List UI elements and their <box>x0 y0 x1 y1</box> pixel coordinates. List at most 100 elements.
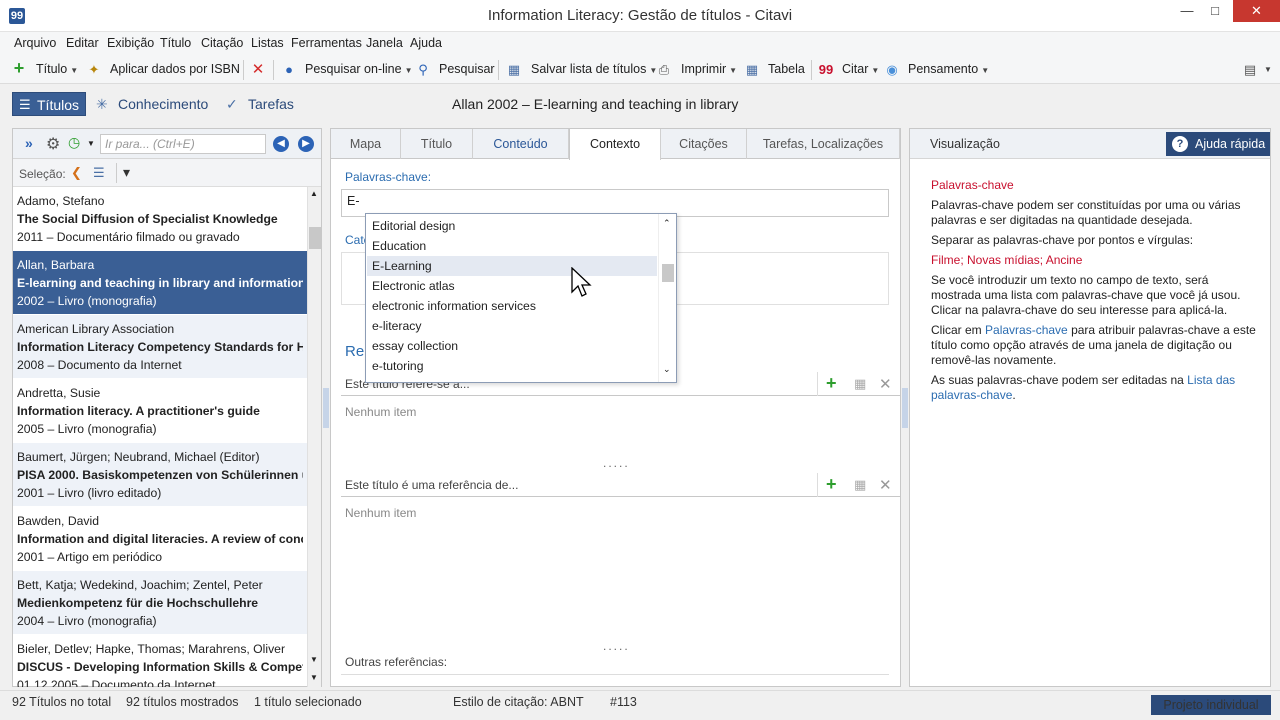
menu-listas[interactable]: Listas <box>251 36 284 50</box>
delete-icon[interactable]: ✕ <box>250 62 266 78</box>
tab-titulo[interactable]: Título <box>401 129 473 159</box>
chevron-down-icon[interactable]: ▼ <box>1264 65 1272 74</box>
list-item[interactable]: Bawden, David Information and digital li… <box>13 507 307 571</box>
autocomplete-scrollbar[interactable]: ⌃ ⌄ <box>658 214 676 382</box>
autocomplete-option[interactable]: Education <box>367 236 657 256</box>
nav-tarefas-button[interactable]: ✓ Tarefas <box>224 92 302 116</box>
tab-citacoes[interactable]: Citações <box>661 129 747 159</box>
autocomplete-option[interactable]: electronic information services <box>367 296 657 316</box>
scroll-down-icon[interactable]: ⌄ <box>663 364 671 375</box>
table-button[interactable]: Tabela <box>768 62 805 76</box>
chevron-down-icon[interactable]: ▼ <box>87 139 95 148</box>
menu-arquivo[interactable]: Arquivo <box>14 36 56 50</box>
print-button[interactable]: Imprimir ▼ <box>681 62 737 76</box>
close-button[interactable]: ✕ <box>1233 0 1280 22</box>
scrollbar-thumb[interactable] <box>309 227 321 249</box>
scroll-down-icon[interactable]: ▼ <box>310 655 318 664</box>
preview-title[interactable]: Visualização <box>930 137 1000 151</box>
nav-conhecimento-label: Conhecimento <box>118 96 209 112</box>
status-bar: 92 Títulos no total 92 títulos mostrados… <box>0 690 1280 720</box>
forward-arrow-icon[interactable]: ▶ <box>298 136 314 152</box>
references-heading: Re <box>345 343 365 360</box>
quick-help-button[interactable]: ? Ajuda rápida <box>1166 132 1270 156</box>
scroll-up-icon[interactable]: ⌃ <box>663 218 671 229</box>
nav-conhecimento-button[interactable]: ✳ Conhecimento <box>94 92 216 116</box>
add-icon[interactable]: + <box>826 474 837 495</box>
scroll-up-icon[interactable]: ▲ <box>310 189 318 198</box>
other-references-label: Outras referências: <box>345 655 448 669</box>
cite-button[interactable]: Citar ▼ <box>842 62 879 76</box>
edit-icon[interactable]: ▦ <box>854 376 866 392</box>
keyword-autocomplete-list: Editorial design Education E-Learning El… <box>365 213 677 383</box>
help-example: Filme; Novas mídias; Ancine <box>931 253 1083 267</box>
menu-citacao[interactable]: Citação <box>201 36 243 50</box>
keywords-label[interactable]: Palavras-chave: <box>345 170 431 184</box>
left-splitter-handle[interactable] <box>323 388 329 428</box>
expand-chevrons-icon[interactable]: » <box>25 135 33 151</box>
menu-exibicao[interactable]: Exibição <box>107 36 154 50</box>
autocomplete-option[interactable]: e-literacy <box>367 316 657 336</box>
select-forward-icon[interactable]: ☰ <box>93 165 105 181</box>
status-record-number: #113 <box>610 695 637 709</box>
autocomplete-option[interactable]: Electronic atlas <box>367 276 657 296</box>
filter-icon[interactable]: ▾ <box>123 164 130 181</box>
menu-titulo[interactable]: Título <box>160 36 191 50</box>
printer-icon: ⎙ <box>658 62 670 77</box>
toolbar-divider <box>243 60 244 80</box>
list-item[interactable]: Adamo, Stefano The Social Diffusion of S… <box>13 187 307 251</box>
menu-ferramentas[interactable]: Ferramentas <box>291 36 362 50</box>
remove-icon[interactable]: ✕ <box>879 375 892 393</box>
item-author: Bett, Katja; Wedekind, Joachim; Zentel, … <box>17 578 263 592</box>
list-item[interactable]: Baumert, Jürgen; Neubrand, Michael (Edit… <box>13 443 307 507</box>
list-item[interactable]: Allan, Barbara E-learning and teaching i… <box>13 251 307 315</box>
autocomplete-option[interactable]: Editorial design <box>367 216 657 236</box>
help-text: As suas palavras-chave podem ser editada… <box>931 373 1188 387</box>
gear-icon[interactable]: ⚙ <box>46 134 60 154</box>
list-item[interactable]: Bett, Katja; Wedekind, Joachim; Zentel, … <box>13 571 307 635</box>
autocomplete-option[interactable]: e-tutoring <box>367 356 657 376</box>
refers-to-actions: + ▦ ✕ <box>817 372 901 396</box>
list-item[interactable]: American Library Association Information… <box>13 315 307 379</box>
menu-editar[interactable]: Editar <box>66 36 99 50</box>
go-to-search-input[interactable]: Ir para... (Ctrl+E) <box>100 134 266 154</box>
title-list-scrollbar[interactable]: ▲ ▼ ▼ <box>307 187 321 687</box>
select-back-icon[interactable]: ❮ <box>71 165 82 181</box>
other-references-field[interactable] <box>341 674 889 678</box>
autocomplete-option[interactable]: essay collection <box>367 336 657 356</box>
titulo-button[interactable]: Título ▼ <box>36 62 78 76</box>
search-button[interactable]: Pesquisar <box>439 62 495 76</box>
minimize-button[interactable]: — <box>1170 0 1204 22</box>
maximize-button[interactable]: □ <box>1200 0 1230 22</box>
menu-janela[interactable]: Janela <box>366 36 403 50</box>
list-item[interactable]: Bieler, Detlev; Hapke, Thomas; Marahrens… <box>13 635 307 687</box>
menu-ajuda[interactable]: Ajuda <box>410 36 442 50</box>
thought-button[interactable]: Pensamento ▼ <box>908 62 989 76</box>
layout-icon[interactable]: ▤ <box>1242 62 1258 78</box>
remove-icon[interactable]: ✕ <box>879 476 892 494</box>
chevron-down-icon: ▼ <box>871 66 880 75</box>
autocomplete-scroll-thumb[interactable] <box>662 264 674 282</box>
right-splitter-handle[interactable] <box>902 388 908 428</box>
scroll-end-icon[interactable]: ▼ <box>310 673 318 682</box>
back-arrow-icon[interactable]: ◀ <box>273 136 289 152</box>
status-total: 92 Títulos no total <box>12 695 112 709</box>
history-clock-icon[interactable]: ◷ <box>68 134 80 151</box>
tab-mapa[interactable]: Mapa <box>331 129 401 159</box>
splitter-dots[interactable]: ..... <box>603 639 630 653</box>
autocomplete-option[interactable]: E-Learning <box>367 256 657 276</box>
save-title-list-button[interactable]: Salvar lista de títulos ▼ <box>531 62 657 76</box>
add-icon[interactable]: + <box>826 373 837 394</box>
tab-tarefas-localizacoes[interactable]: Tarefas, Localizações <box>747 129 900 159</box>
nav-titulos-button[interactable]: ☰ Títulos <box>12 92 86 116</box>
status-citation-style[interactable]: Estilo de citação: ABNT <box>453 695 584 709</box>
splitter-dots[interactable]: ..... <box>603 456 630 470</box>
apply-isbn-button[interactable]: Aplicar dados por ISBN <box>110 62 240 76</box>
tab-conteudo[interactable]: Conteúdo <box>473 129 569 159</box>
tab-contexto[interactable]: Contexto <box>569 129 661 160</box>
search-online-button[interactable]: Pesquisar on-line ▼ <box>305 62 413 76</box>
list-item[interactable]: Andretta, Susie Information literacy. A … <box>13 379 307 443</box>
project-type-button[interactable]: Projeto individual <box>1151 695 1271 715</box>
edit-icon[interactable]: ▦ <box>854 477 866 493</box>
title-list-panel: » ⚙ ◷ ▼ Ir para... (Ctrl+E) ◀ ▶ Seleção:… <box>12 128 322 687</box>
keywords-help-link[interactable]: Palavras-chave <box>985 323 1068 337</box>
